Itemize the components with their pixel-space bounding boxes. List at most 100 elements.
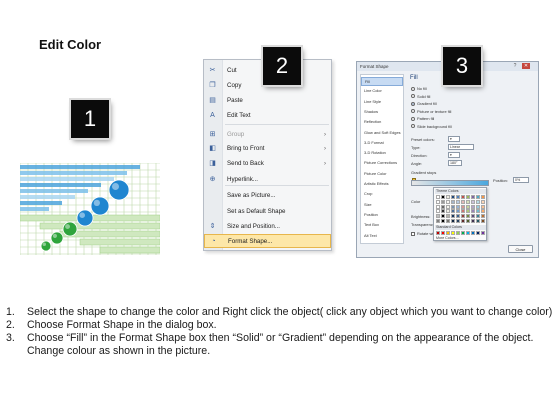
theme-color-swatch[interactable] <box>471 219 475 223</box>
nav-item-crop[interactable]: Crop <box>361 190 403 199</box>
theme-color-swatch[interactable] <box>451 219 455 223</box>
standard-color-swatch[interactable] <box>461 230 465 235</box>
theme-color-swatch[interactable] <box>451 199 455 204</box>
theme-color-swatch[interactable] <box>461 214 465 219</box>
theme-color-swatch[interactable] <box>451 195 455 199</box>
theme-color-swatch[interactable] <box>471 199 475 204</box>
theme-color-swatch[interactable] <box>436 195 440 199</box>
theme-color-swatch[interactable] <box>441 219 445 223</box>
theme-color-swatch[interactable] <box>481 199 485 204</box>
theme-color-swatch[interactable] <box>436 204 440 209</box>
theme-color-swatch[interactable] <box>441 199 445 204</box>
nav-item-line-color[interactable]: Line Color <box>361 87 403 96</box>
theme-color-swatch[interactable] <box>471 195 475 199</box>
theme-color-swatch[interactable] <box>461 195 465 199</box>
theme-color-swatch[interactable] <box>466 199 470 204</box>
standard-color-swatch[interactable] <box>481 230 485 235</box>
theme-color-swatch[interactable] <box>466 219 470 223</box>
theme-color-swatch[interactable] <box>461 199 465 204</box>
menu-item-size-and-position[interactable]: ⇕ Size and Position... <box>204 220 331 234</box>
theme-color-swatch[interactable] <box>481 214 485 219</box>
angle-input[interactable]: 180° <box>448 160 462 166</box>
nav-item-reflection[interactable]: Reflection <box>361 118 403 127</box>
theme-color-swatch[interactable] <box>476 204 480 209</box>
menu-item-bring-to-front[interactable]: ◧ Bring to Front › <box>204 142 331 156</box>
standard-color-swatch[interactable] <box>456 230 460 235</box>
theme-color-swatch[interactable] <box>451 214 455 219</box>
theme-color-swatch[interactable] <box>446 204 450 209</box>
menu-item-send-to-back[interactable]: ◨ Send to Back › <box>204 157 331 171</box>
direction-dropdown[interactable]: ▾ <box>448 152 460 158</box>
standard-color-swatch[interactable] <box>476 230 480 235</box>
theme-color-swatch[interactable] <box>461 219 465 223</box>
theme-color-swatch[interactable] <box>466 214 470 219</box>
help-icon[interactable]: ? <box>511 63 519 69</box>
theme-color-swatch[interactable] <box>446 195 450 199</box>
theme-color-swatch[interactable] <box>451 204 455 209</box>
theme-color-swatch[interactable] <box>446 214 450 219</box>
more-colors-link[interactable]: More Colors... <box>436 235 459 241</box>
theme-color-swatch[interactable] <box>456 214 460 219</box>
standard-color-swatch[interactable] <box>471 230 475 235</box>
theme-color-swatch[interactable] <box>471 214 475 219</box>
rotate-checkbox-box[interactable] <box>411 231 415 236</box>
nav-item-artistic-effects[interactable]: Artistic Effects <box>361 180 403 189</box>
theme-color-swatch[interactable] <box>466 204 470 209</box>
theme-color-swatch[interactable] <box>481 204 485 209</box>
nav-item-glow-and-soft-edges[interactable]: Glow and Soft Edges <box>361 129 403 138</box>
theme-color-swatch[interactable] <box>446 219 450 223</box>
fill-option-picture-or-texture-fill[interactable]: Picture or texture fill <box>411 109 451 115</box>
nav-item-3-d-rotation[interactable]: 3-D Rotation <box>361 149 403 158</box>
theme-color-swatch[interactable] <box>446 209 450 214</box>
standard-color-swatch[interactable] <box>466 230 470 235</box>
menu-item-group[interactable]: ⊞ Group › <box>204 128 331 142</box>
theme-color-swatch[interactable] <box>471 209 475 214</box>
fill-option-gradient-fill[interactable]: Gradient fill <box>411 101 437 107</box>
radio-button[interactable] <box>411 94 415 99</box>
theme-color-swatch[interactable] <box>461 209 465 214</box>
close-button[interactable]: Close <box>508 245 533 253</box>
theme-color-swatch[interactable] <box>436 219 440 223</box>
theme-color-swatch[interactable] <box>441 214 445 219</box>
preset-colors-dropdown[interactable]: ▾ <box>448 136 460 142</box>
theme-color-swatch[interactable] <box>471 204 475 209</box>
theme-color-swatch[interactable] <box>466 195 470 199</box>
nav-item-alt-text[interactable]: Alt Text <box>361 232 403 241</box>
menu-item-save-as-picture[interactable]: Save as Picture... <box>204 189 331 203</box>
nav-item-picture-corrections[interactable]: Picture Corrections <box>361 159 403 168</box>
standard-color-swatch[interactable] <box>446 230 450 235</box>
theme-color-swatch[interactable] <box>456 199 460 204</box>
nav-item-3-d-format[interactable]: 3-D Format <box>361 139 403 148</box>
theme-color-swatch[interactable] <box>436 209 440 214</box>
menu-item-format-shape[interactable]: ◔ Format Shape... <box>204 234 331 248</box>
nav-item-line-style[interactable]: Line Style <box>361 98 403 107</box>
theme-color-swatch[interactable] <box>481 209 485 214</box>
theme-color-swatch[interactable] <box>441 209 445 214</box>
theme-color-swatch[interactable] <box>481 195 485 199</box>
theme-color-swatch[interactable] <box>456 219 460 223</box>
staircase-graphic[interactable] <box>20 163 160 255</box>
theme-color-swatch[interactable] <box>476 195 480 199</box>
theme-color-swatch[interactable] <box>441 204 445 209</box>
radio-button[interactable] <box>411 86 415 91</box>
theme-color-swatch[interactable] <box>436 214 440 219</box>
theme-color-swatch[interactable] <box>436 199 440 204</box>
nav-item-size[interactable]: Size <box>361 201 403 210</box>
standard-color-swatch[interactable] <box>451 230 455 235</box>
radio-button[interactable] <box>411 124 415 129</box>
radio-button[interactable] <box>411 116 415 121</box>
theme-color-swatch[interactable] <box>456 195 460 199</box>
menu-item-edit-text[interactable]: A Edit Text <box>204 109 331 123</box>
nav-item-position[interactable]: Position <box>361 211 403 220</box>
fill-option-pattern-fill[interactable]: Pattern fill <box>411 116 434 122</box>
fill-option-slide-background-fill[interactable]: Slide background fill <box>411 124 452 130</box>
fill-option-solid-fill[interactable]: Solid fill <box>411 94 430 100</box>
radio-button[interactable] <box>411 101 415 106</box>
theme-color-swatch[interactable] <box>441 195 445 199</box>
standard-color-swatch[interactable] <box>441 230 445 235</box>
gradient-stops-bar[interactable] <box>411 180 489 186</box>
radio-button[interactable] <box>411 109 415 114</box>
theme-color-swatch[interactable] <box>476 214 480 219</box>
theme-color-swatch[interactable] <box>466 209 470 214</box>
fill-option-no-fill[interactable]: No fill <box>411 86 427 92</box>
